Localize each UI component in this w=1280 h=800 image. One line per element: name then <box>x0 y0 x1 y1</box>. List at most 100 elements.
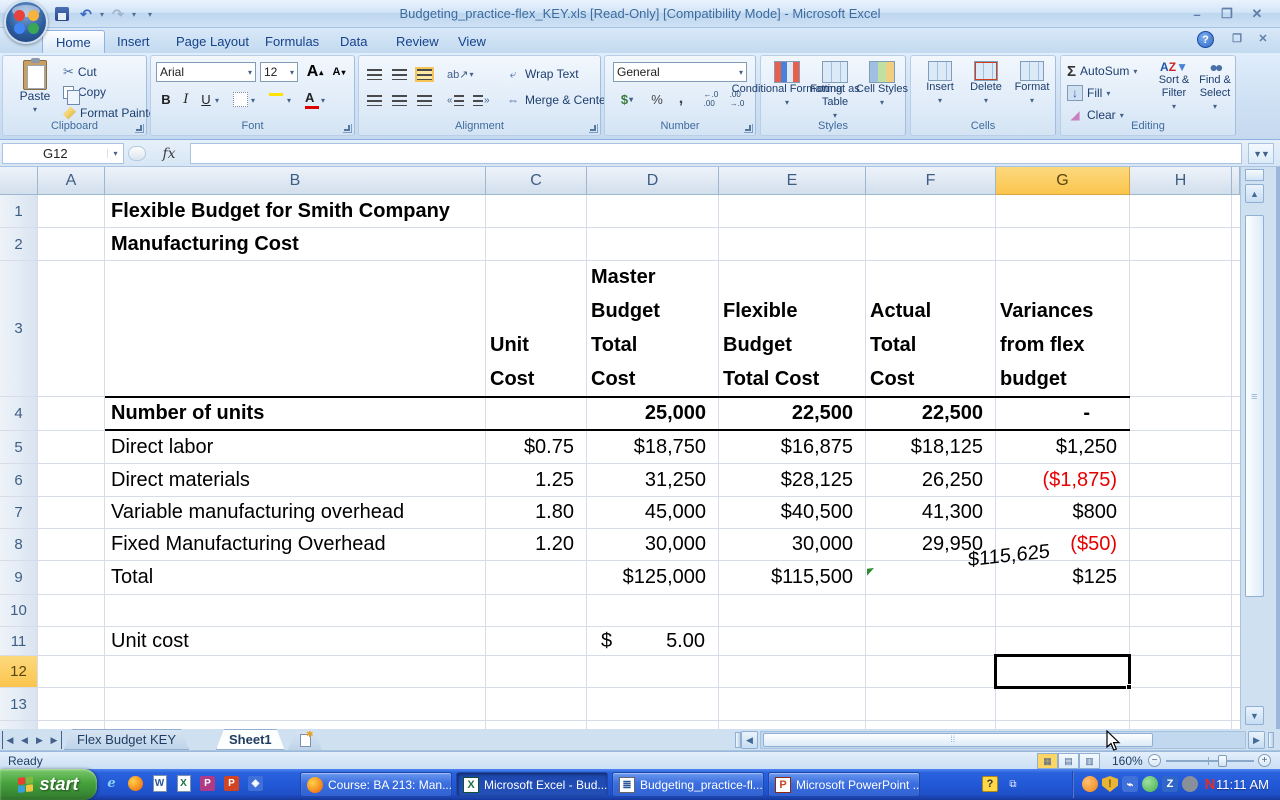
cell-E7[interactable]: $40,500 <box>719 497 866 528</box>
save-icon[interactable] <box>52 4 72 24</box>
scroll-down-icon[interactable]: ▼ <box>1245 706 1264 725</box>
top-align-button[interactable] <box>367 64 382 84</box>
zoom-level[interactable]: 160% <box>1112 754 1143 768</box>
tray-antivirus-icon[interactable] <box>1142 776 1158 792</box>
column-header-D[interactable]: D <box>587 167 719 195</box>
cell-C6[interactable]: 1.25 <box>486 464 587 496</box>
fill-button[interactable]: ↓ Fill ▾ <box>1067 83 1110 103</box>
row-header-12[interactable]: 12 <box>0 656 38 687</box>
workbook-minimize-icon[interactable]: – <box>1204 33 1218 45</box>
cell-E8[interactable]: 30,000 <box>719 529 866 560</box>
cut-button[interactable]: ✂ Cut <box>63 62 97 82</box>
help-notification-icon[interactable]: ? <box>982 776 998 792</box>
cell-B1[interactable]: Flexible Budget for Smith Company <box>105 195 486 227</box>
cell-B4[interactable]: Number of units <box>105 397 486 430</box>
underline-button[interactable]: U <box>197 90 215 108</box>
tab-insert[interactable]: Insert <box>104 30 163 53</box>
borders-dropdown-icon[interactable]: ▾ <box>251 96 255 105</box>
cell-G3[interactable]: Variances from flex budget <box>996 261 1130 396</box>
tray-shield-icon[interactable]: ! <box>1102 776 1118 792</box>
row-header-6[interactable]: 6 <box>0 464 38 496</box>
undo-icon[interactable]: ↶ <box>76 4 96 24</box>
zoom-out-icon[interactable]: − <box>1148 754 1161 767</box>
page-layout-view-icon[interactable]: ▤ <box>1058 753 1079 769</box>
tray-network-icon[interactable]: ⌁ <box>1122 776 1138 792</box>
tab-review[interactable]: Review <box>383 30 452 53</box>
cell-D7[interactable]: 45,000 <box>587 497 719 528</box>
redo-icon[interactable]: ↷ <box>108 4 128 24</box>
copy-button[interactable]: Copy <box>63 82 106 105</box>
tray-volume-icon[interactable] <box>1182 776 1198 792</box>
paste-button[interactable]: Paste ▾ <box>9 58 61 116</box>
cell-F7[interactable]: 41,300 <box>866 497 996 528</box>
cell-D4[interactable]: 25,000 <box>587 397 719 430</box>
cell-G4[interactable]: - <box>996 397 1130 430</box>
cell-D6[interactable]: 31,250 <box>587 464 719 496</box>
tab-formulas[interactable]: Formulas <box>252 30 332 53</box>
tab-home[interactable]: Home <box>42 30 105 53</box>
cell-B2[interactable]: Manufacturing Cost <box>105 228 486 260</box>
row-header-8[interactable]: 8 <box>0 529 38 560</box>
clipboard-dialog-launcher-icon[interactable] <box>135 124 144 133</box>
qat-customize-icon[interactable]: ▾ <box>148 10 152 19</box>
borders-icon[interactable] <box>233 92 248 107</box>
font-color-button[interactable]: A <box>305 90 319 109</box>
workbook-close-icon[interactable]: ✕ <box>1256 32 1270 45</box>
cell-F4[interactable]: 22,500 <box>866 397 996 430</box>
zoom-slider-track[interactable] <box>1166 760 1254 762</box>
cell-D8[interactable]: 30,000 <box>587 529 719 560</box>
grow-font-button[interactable]: A ▴ <box>303 62 327 82</box>
column-header-E[interactable]: E <box>719 167 866 195</box>
start-button[interactable]: start <box>0 769 97 800</box>
task-button-excel-doc[interactable]: ≣ Budgeting_practice-fl... <box>612 772 764 797</box>
tab-page-layout[interactable]: Page Layout <box>163 30 262 53</box>
align-center-button[interactable] <box>392 90 407 110</box>
close-icon[interactable]: ✕ <box>1248 6 1266 22</box>
shrink-font-button[interactable]: A ▾ <box>327 62 351 82</box>
cell-E3[interactable]: Flexible Budget Total Cost <box>719 261 866 396</box>
cell-D9[interactable]: $125,000 <box>587 561 719 594</box>
cell-D3[interactable]: Master Budget Total Cost <box>587 261 719 396</box>
selected-cell-outline[interactable] <box>994 654 1132 690</box>
decrease-indent-button[interactable]: « <box>447 90 464 110</box>
zoom-slider-thumb[interactable] <box>1218 755 1227 767</box>
cell-D5[interactable]: $18,750 <box>587 431 719 463</box>
cell-B9[interactable]: Total <box>105 561 486 594</box>
middle-align-button[interactable] <box>392 64 407 84</box>
orientation-button[interactable]: ab↗ ▾ <box>447 64 473 84</box>
fill-handle[interactable] <box>1126 684 1132 690</box>
cell-F3[interactable]: Actual Total Cost <box>866 261 996 396</box>
number-format-select[interactable]: General ▾ <box>613 62 747 82</box>
font-size-select[interactable]: 12 ▾ <box>260 62 298 82</box>
vertical-split-handle[interactable] <box>1245 169 1264 181</box>
font-dialog-launcher-icon[interactable] <box>343 124 352 133</box>
insert-cells-button[interactable]: Insert ▾ <box>919 61 961 107</box>
first-sheet-icon[interactable]: ◀ <box>2 731 17 749</box>
page-break-view-icon[interactable]: ▥ <box>1079 753 1100 769</box>
cell-G9[interactable]: $125 <box>996 561 1130 594</box>
cell-styles-button[interactable]: Cell Styles ▾ <box>856 61 908 109</box>
workbook-restore-icon[interactable]: ❐ <box>1230 32 1244 45</box>
cell-E5[interactable]: $16,875 <box>719 431 866 463</box>
cell-B6[interactable]: Direct materials <box>105 464 486 496</box>
vertical-scrollbar[interactable]: ▲ ▼ <box>1240 167 1280 729</box>
next-sheet-icon[interactable]: ▶ <box>32 731 47 749</box>
hide-icons-icon[interactable]: ⧉ <box>1006 776 1020 792</box>
cell-D11[interactable]: $5.00 <box>587 627 719 655</box>
tray-z-icon[interactable]: Z <box>1162 776 1178 792</box>
minimize-icon[interactable]: – <box>1188 7 1206 22</box>
increase-indent-button[interactable]: » <box>473 90 490 110</box>
cell-C7[interactable]: 1.80 <box>486 497 587 528</box>
scroll-left-icon[interactable]: ◀ <box>741 731 758 749</box>
insert-worksheet-tab[interactable] <box>288 731 322 750</box>
row-header-1[interactable]: 1 <box>0 195 38 227</box>
underline-dropdown-icon[interactable]: ▾ <box>215 96 219 105</box>
bold-button[interactable]: B <box>157 90 175 108</box>
scroll-up-icon[interactable]: ▲ <box>1245 184 1264 203</box>
increase-decimal-button[interactable]: ←.0.00 <box>699 89 723 109</box>
sheet-tab-sheet1[interactable]: Sheet1 <box>216 729 285 750</box>
column-header-A[interactable]: A <box>38 167 105 195</box>
cell-B7[interactable]: Variable manufacturing overhead <box>105 497 486 528</box>
vertical-scrollbar-thumb[interactable] <box>1245 215 1264 597</box>
publisher-icon[interactable]: P <box>198 773 217 794</box>
